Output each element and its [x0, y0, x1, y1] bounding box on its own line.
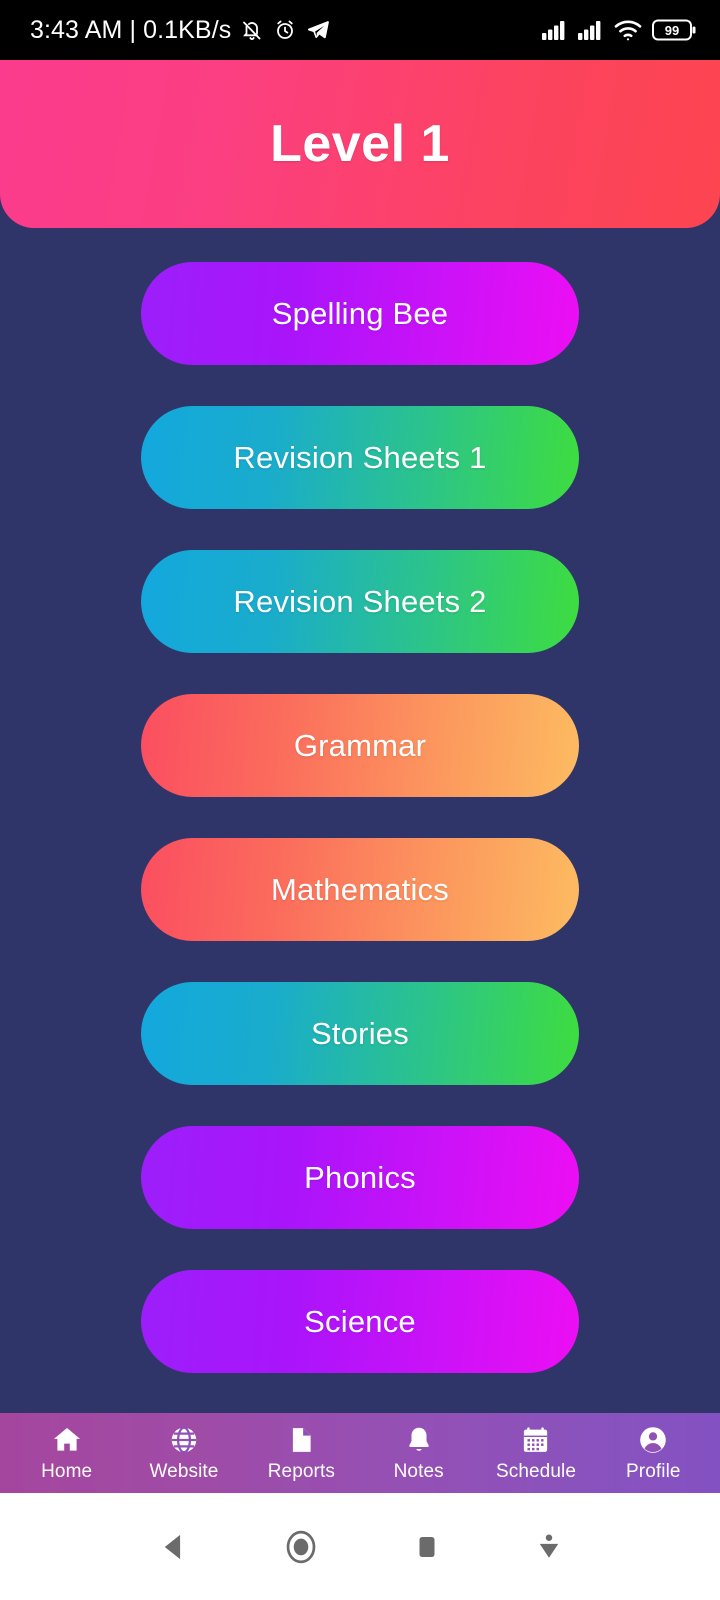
nav-item-reports[interactable]: Reports: [243, 1422, 360, 1483]
bottom-navigation-bar: Home Website Reports Notes Schedule Prof…: [0, 1413, 720, 1493]
nav-item-label: Website: [149, 1461, 219, 1482]
wifi-icon: [614, 20, 642, 41]
telegram-icon: [306, 18, 330, 42]
battery-level-text: 99: [665, 23, 679, 38]
bell-off-icon: [240, 18, 264, 42]
menu-tile-phonics[interactable]: Phonics: [141, 1126, 579, 1229]
nav-item-label: Profile: [626, 1461, 681, 1482]
menu-tile-label: Stories: [311, 1015, 409, 1051]
nav-item-label: Schedule: [495, 1461, 576, 1482]
battery-icon: 99: [652, 18, 696, 42]
menu-tile-label: Science: [304, 1303, 416, 1339]
menu-tile-spelling-bee[interactable]: Spelling Bee: [141, 262, 579, 365]
menu-tile-label: Mathematics: [271, 871, 449, 907]
download-arrow-icon[interactable]: [534, 1529, 564, 1565]
back-triangle-icon[interactable]: [156, 1529, 190, 1565]
account-circle-icon: [637, 1422, 669, 1458]
nav-item-label: Reports: [267, 1461, 335, 1482]
alarm-icon: [273, 18, 297, 42]
app-header: Level 1: [0, 60, 720, 228]
system-navigation-bar: [0, 1493, 720, 1600]
calendar-icon: [520, 1422, 551, 1458]
menu-tile-label: Revision Sheets 1: [233, 439, 487, 475]
menu-tile-grammar[interactable]: Grammar: [141, 694, 579, 797]
home-circle-icon[interactable]: [282, 1528, 320, 1566]
nav-item-notes[interactable]: Notes: [360, 1422, 477, 1483]
menu-tile-science[interactable]: Science: [141, 1270, 579, 1373]
menu-tile-label: Revision Sheets 2: [233, 583, 487, 619]
nav-item-home[interactable]: Home: [8, 1422, 125, 1483]
menu-tile-mathematics[interactable]: Mathematics: [141, 838, 579, 941]
nav-item-schedule[interactable]: Schedule: [477, 1422, 594, 1483]
status-bar-time: 3:43 AM | 0.1KB/s: [30, 15, 232, 44]
nav-item-label: Notes: [393, 1461, 444, 1482]
nav-item-website[interactable]: Website: [125, 1422, 242, 1483]
menu-tile-stories[interactable]: Stories: [141, 982, 579, 1085]
menu-tile-label: Spelling Bee: [271, 295, 449, 331]
recents-square-icon[interactable]: [412, 1530, 442, 1564]
menu-tile-revision-sheets-1[interactable]: Revision Sheets 1: [141, 406, 579, 509]
globe-icon: [168, 1422, 200, 1458]
status-bar-left: 3:43 AM | 0.1KB/s: [30, 16, 330, 45]
signal-bars-icon: [542, 20, 568, 40]
status-bar-right: 99: [542, 18, 696, 42]
level-menu-list: Spelling Bee Revision Sheets 1 Revision …: [0, 228, 720, 1413]
bell-icon: [404, 1422, 434, 1458]
status-bar: 3:43 AM | 0.1KB/s 99: [0, 0, 720, 60]
document-icon: [286, 1422, 316, 1458]
menu-tile-revision-sheets-2[interactable]: Revision Sheets 2: [141, 550, 579, 653]
menu-tile-label: Grammar: [293, 727, 427, 763]
nav-item-profile[interactable]: Profile: [595, 1422, 712, 1483]
signal-bars-icon: [578, 20, 604, 40]
page-title: Level 1: [270, 115, 450, 173]
nav-item-label: Home: [41, 1461, 93, 1482]
menu-tile-label: Phonics: [304, 1159, 416, 1195]
home-icon: [50, 1422, 84, 1458]
